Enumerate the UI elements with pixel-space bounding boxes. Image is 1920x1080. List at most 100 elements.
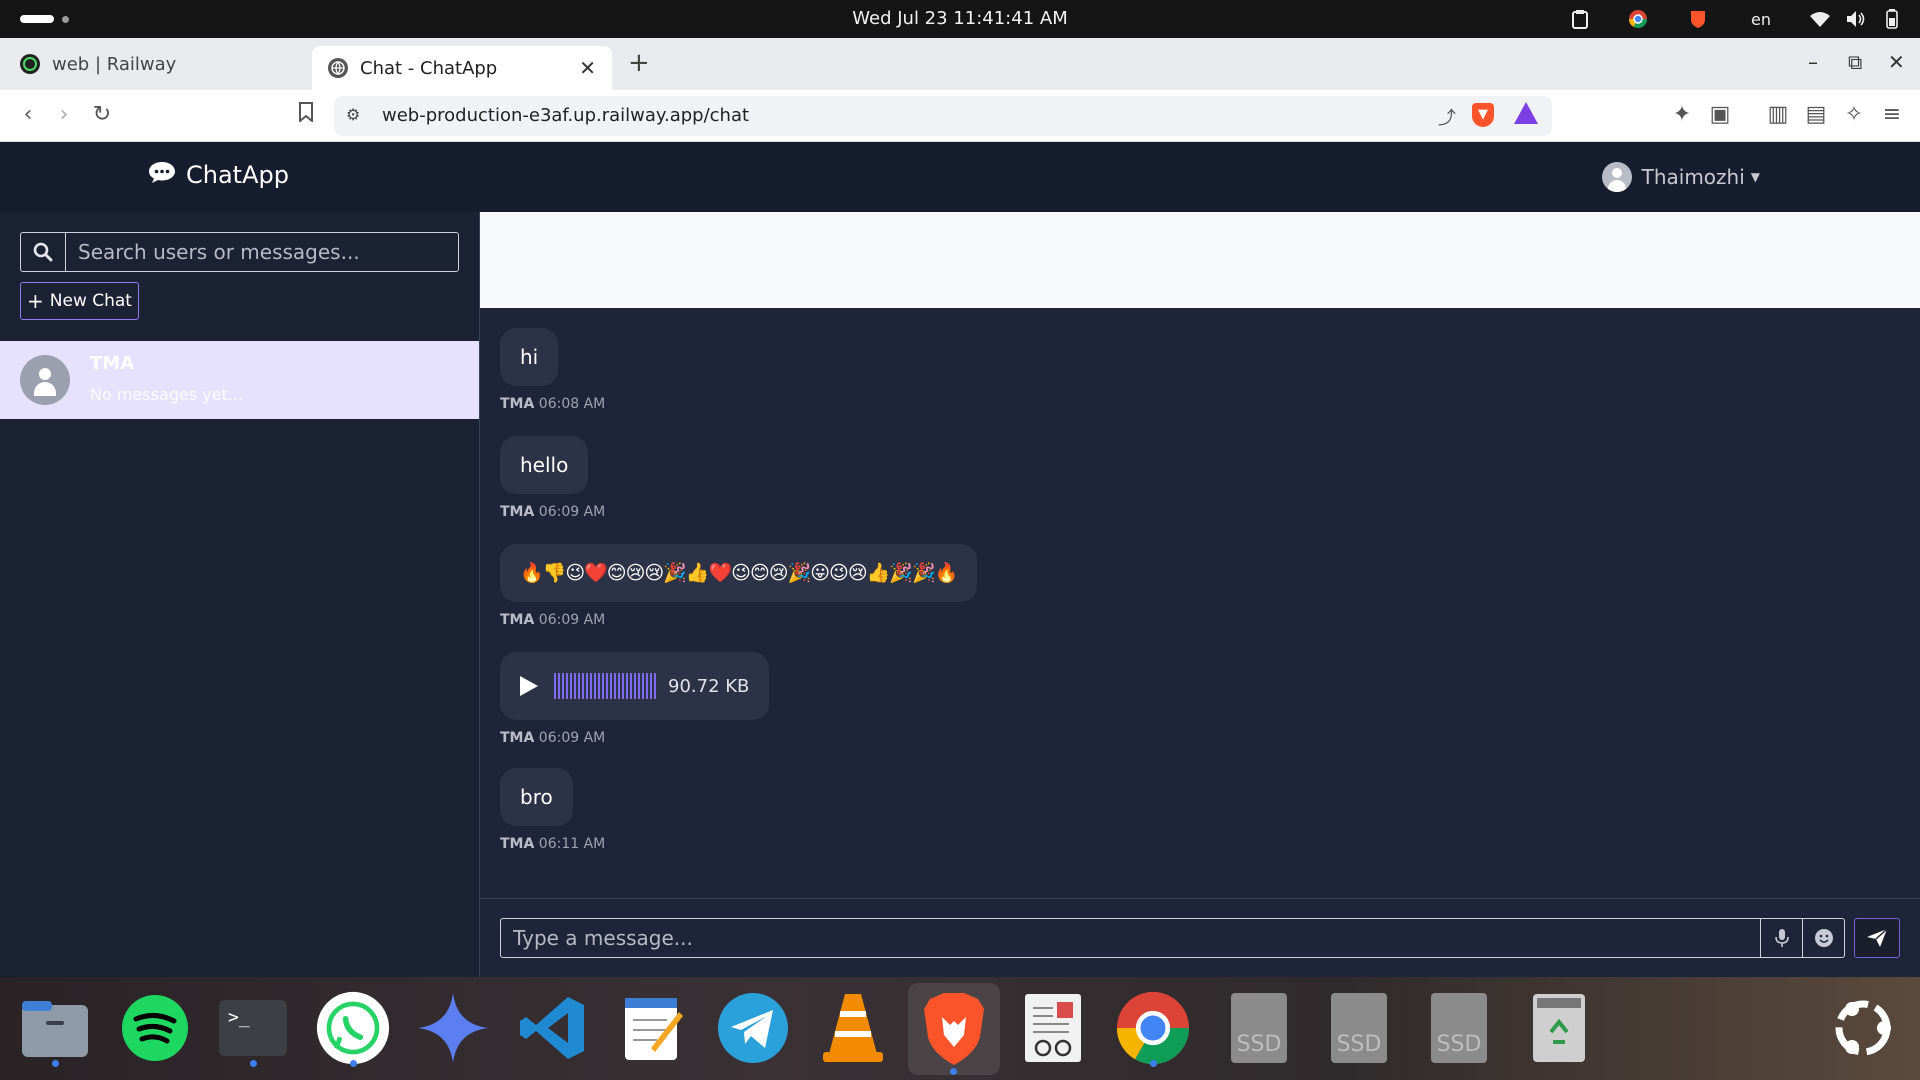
chrome-icon[interactable] [1116, 989, 1190, 1067]
tab-search-icon[interactable]: ▣ [1706, 102, 1734, 127]
forward-icon[interactable]: › [50, 102, 78, 127]
ssd-label: SSD [1431, 993, 1487, 1063]
menu-icon[interactable]: ≡ [1878, 102, 1906, 127]
ubuntu-icon[interactable] [1826, 989, 1900, 1067]
battery-icon[interactable] [1882, 8, 1902, 30]
waveform-bar [562, 673, 564, 699]
emoji-icon[interactable] [1802, 919, 1844, 957]
waveform-bar [586, 673, 588, 699]
brand-label: ChatApp [186, 161, 289, 189]
message: hello TMA 06:09 AM [500, 436, 605, 520]
taskbar-dock: >_ SSD SSD SSD [0, 977, 1920, 1080]
user-menu[interactable]: Thaimozhi ▼ [1601, 162, 1760, 192]
vlc-icon[interactable] [816, 989, 890, 1067]
brave-rewards-icon[interactable] [1514, 102, 1538, 124]
volume-icon[interactable] [1844, 8, 1868, 30]
bookmark-icon[interactable] [292, 102, 320, 128]
browser-toolbar: ‹ › ↻ ⚙ web-production-e3af.up.railway.a… [0, 90, 1920, 142]
app-navbar: ChatApp Thaimozhi ▼ [0, 142, 1920, 212]
waveform-bar [642, 673, 644, 699]
back-icon[interactable]: ‹ [14, 102, 42, 127]
new-chat-button[interactable]: + New Chat [20, 282, 139, 320]
microphone-icon[interactable] [1760, 919, 1802, 957]
railway-icon [20, 54, 40, 74]
minimize-icon[interactable]: – [1808, 50, 1818, 74]
vscode-icon[interactable] [516, 989, 590, 1067]
brave-tray-icon[interactable] [1686, 8, 1710, 30]
send-button[interactable] [1854, 918, 1900, 958]
chrome-tray-icon[interactable] [1626, 8, 1650, 30]
whatsapp-icon[interactable] [316, 989, 390, 1067]
message-meta: TMA 06:11 AM [500, 836, 605, 852]
ssd-label: SSD [1331, 993, 1387, 1063]
clipboard-icon[interactable] [1568, 8, 1592, 30]
message-input[interactable] [501, 919, 1760, 957]
sidebar-toggle-icon[interactable]: ▥ [1764, 102, 1792, 127]
waveform-bar [570, 673, 572, 699]
site-settings-icon[interactable]: ⚙ [346, 105, 360, 124]
search-input[interactable] [66, 233, 458, 271]
files-app-icon[interactable] [18, 989, 92, 1067]
waveform-bar [578, 673, 580, 699]
tab-label: Chat - ChatApp [360, 57, 498, 79]
waveform[interactable] [554, 673, 658, 699]
close-window-icon[interactable]: ✕ [1888, 50, 1905, 74]
running-indicator [350, 1060, 357, 1067]
audio-message: 90.72 KB TMA 06:09 AM [500, 652, 770, 746]
ssd-drive-icon[interactable]: SSD [1222, 989, 1296, 1067]
waveform-bar [598, 673, 600, 699]
document-viewer-icon[interactable] [1016, 989, 1090, 1067]
chat-bubble-icon [148, 160, 176, 190]
waveform-bar [650, 673, 652, 699]
terminal-icon[interactable]: >_ [216, 989, 290, 1067]
message-meta: TMA 06:09 AM [500, 504, 605, 520]
share-icon[interactable]: ⤴ [1438, 104, 1456, 130]
wallet-icon[interactable]: ▤ [1802, 102, 1830, 127]
waveform-bar [622, 673, 624, 699]
text-editor-icon[interactable] [616, 989, 690, 1067]
brave-app-icon[interactable] [908, 983, 1000, 1075]
reload-icon[interactable]: ↻ [88, 102, 116, 127]
waveform-bar [558, 673, 560, 699]
message-time: 06:08 AM [538, 396, 606, 412]
restore-icon[interactable]: ⧉ [1848, 50, 1862, 74]
waveform-bar [566, 673, 568, 699]
close-icon[interactable]: ✕ [579, 56, 596, 80]
play-icon[interactable] [520, 676, 538, 696]
tab-railway[interactable]: web | Railway [12, 46, 302, 82]
wifi-icon[interactable] [1808, 8, 1832, 30]
message-sender: TMA [500, 504, 535, 520]
address-bar[interactable]: ⚙ web-production-e3af.up.railway.app/cha… [334, 96, 1552, 136]
new-tab-button[interactable]: + [628, 48, 650, 78]
message-bubble: hello [500, 436, 589, 494]
message-time: 06:11 AM [538, 836, 606, 852]
ssd-drive-icon[interactable]: SSD [1422, 989, 1496, 1067]
waveform-bar [638, 673, 640, 699]
brand[interactable]: ChatApp [148, 160, 289, 190]
brave-shields-icon[interactable]: ▼ [1472, 103, 1494, 127]
telegram-icon[interactable] [716, 989, 790, 1067]
ssd-drive-icon[interactable]: SSD [1322, 989, 1396, 1067]
trash-icon[interactable] [1522, 989, 1596, 1067]
waveform-bar [634, 673, 636, 699]
waveform-bar [574, 673, 576, 699]
leo-ai-icon[interactable]: ✧ [1840, 102, 1868, 127]
url-text[interactable]: web-production-e3af.up.railway.app/chat [382, 105, 749, 126]
browser-tab-strip: web | Railway Chat - ChatApp ✕ + – ⧉ ✕ [0, 38, 1920, 90]
message-meta: TMA 06:09 AM [500, 612, 977, 628]
svg-text:>_: >_ [228, 1007, 250, 1028]
message-sender: TMA [500, 612, 535, 628]
extensions-icon[interactable]: ✦ [1668, 102, 1696, 127]
tab-chat[interactable]: Chat - ChatApp ✕ [312, 46, 612, 90]
audio-player: 90.72 KB [500, 652, 770, 720]
spotify-icon[interactable] [118, 989, 192, 1067]
message-composer [500, 918, 1845, 958]
language-indicator[interactable]: en [1746, 8, 1776, 30]
conversation-item[interactable]: TMA No messages yet... [0, 341, 479, 419]
gemini-icon[interactable] [416, 989, 490, 1067]
message-bubble: bro [500, 768, 573, 826]
message-sender: TMA [500, 836, 535, 852]
running-indicator [1150, 1060, 1157, 1067]
search-icon[interactable] [21, 233, 66, 271]
waveform-bar [594, 673, 596, 699]
